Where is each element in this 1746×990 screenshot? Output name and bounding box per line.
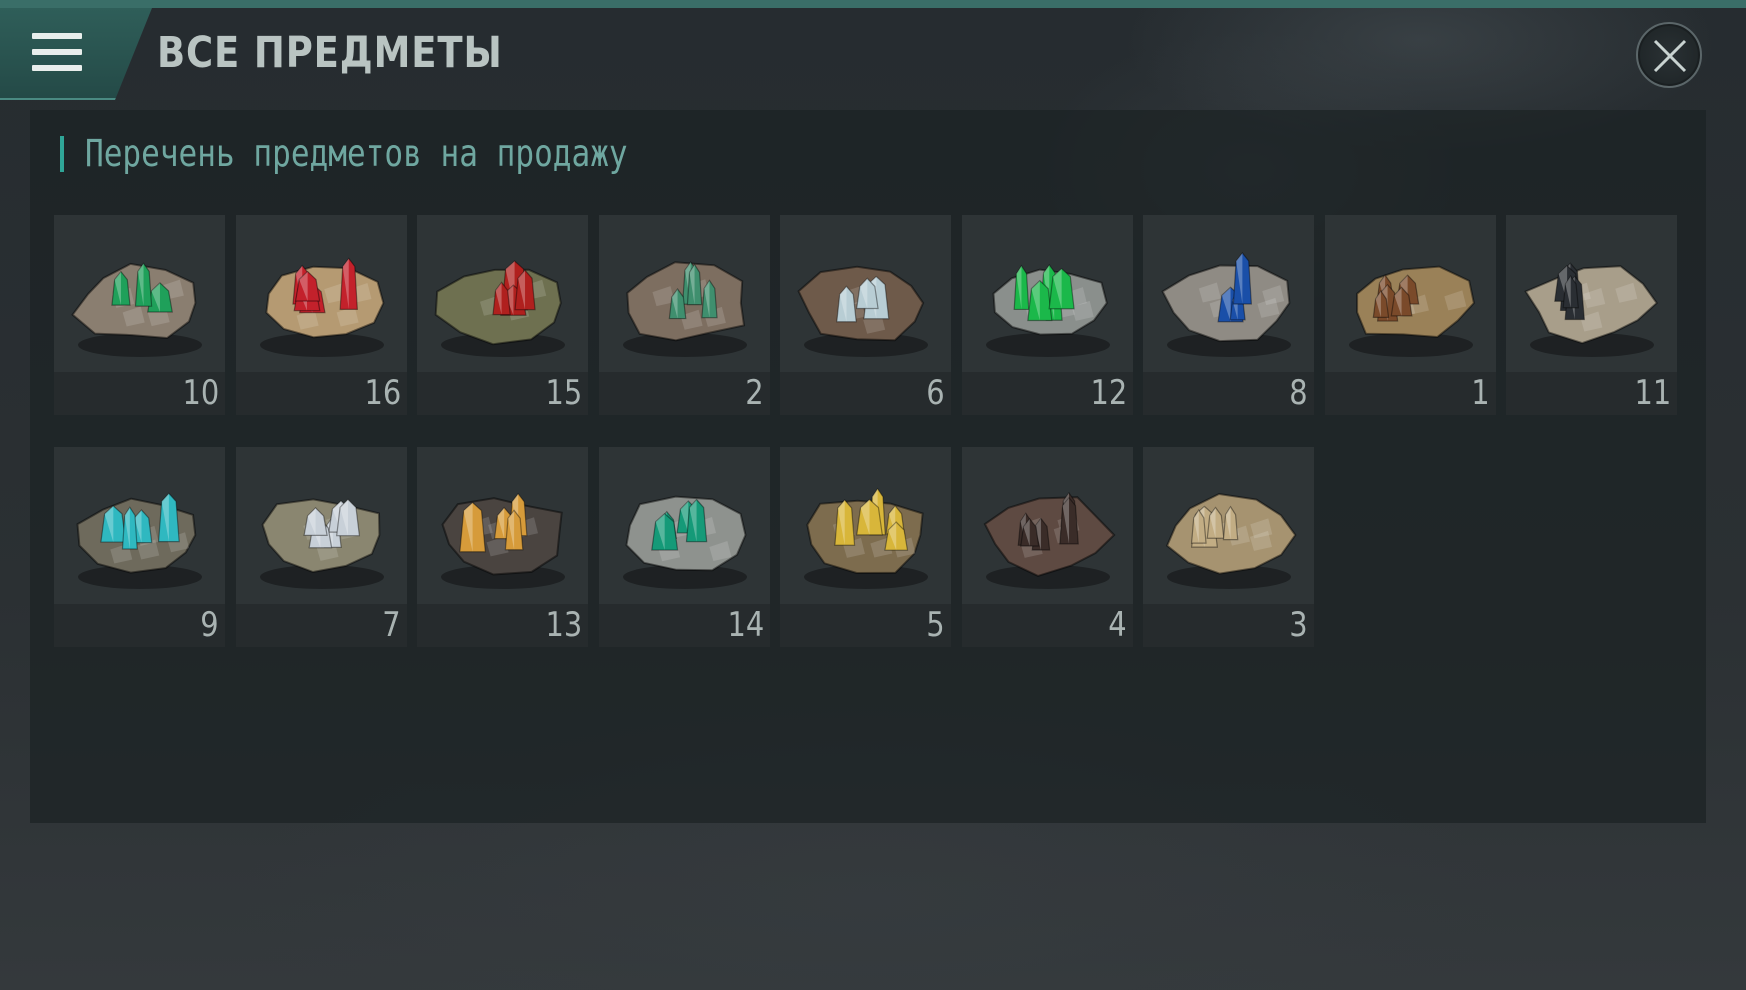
- item-count: 15: [545, 373, 582, 413]
- item-tile-brown-rock-ore[interactable]: 2: [599, 215, 770, 415]
- item-tile-black-prism-ore[interactable]: 11: [1506, 215, 1677, 415]
- item-image: [1506, 215, 1677, 372]
- item-count: 7: [382, 605, 401, 645]
- item-image: [54, 447, 225, 604]
- item-count: 2: [745, 373, 764, 413]
- item-tile-cyan-crystal-ore[interactable]: 9: [54, 447, 225, 647]
- item-tile-grey-emerald-ore[interactable]: 12: [962, 215, 1133, 415]
- item-tile-clear-quartz-ore[interactable]: 6: [780, 215, 951, 415]
- item-count: 1: [1471, 373, 1490, 413]
- item-tile-gold-vein-ore[interactable]: 5: [780, 447, 951, 647]
- item-tile-green-crystal-ore[interactable]: 10: [54, 215, 225, 415]
- item-image: [417, 215, 588, 372]
- item-image: [236, 215, 407, 372]
- item-image: [780, 215, 951, 372]
- item-tile-teal-stone-ore[interactable]: 14: [599, 447, 770, 647]
- item-count: 16: [364, 373, 401, 413]
- item-tile-amber-crystal-ore[interactable]: 13: [417, 447, 588, 647]
- rust-nugget-ore-icon: [1349, 265, 1475, 357]
- item-count: 14: [727, 605, 764, 645]
- item-image: [780, 447, 951, 604]
- dark-ingot-ore-icon: [983, 491, 1116, 589]
- item-count: 4: [1108, 605, 1127, 645]
- item-count: 10: [182, 373, 219, 413]
- green-crystal-ore-icon: [71, 262, 202, 357]
- item-count: 8: [1289, 373, 1308, 413]
- item-image: [1325, 215, 1496, 372]
- section-title: Перечень предметов на продажу: [85, 132, 628, 175]
- amber-crystal-ore-icon: [441, 492, 565, 589]
- gold-vein-ore-icon: [804, 487, 928, 589]
- item-image: [1143, 215, 1314, 372]
- item-image: [599, 447, 770, 604]
- item-tile-red-crystal-ore[interactable]: 16: [236, 215, 407, 415]
- item-count: 3: [1289, 605, 1308, 645]
- inventory-screen: ВСЕ ПРЕДМЕТЫ Перечень предметов на прода…: [0, 0, 1746, 990]
- item-count: 9: [200, 605, 219, 645]
- item-tile-blue-sapphire-ore[interactable]: 8: [1143, 215, 1314, 415]
- item-count: 6: [926, 373, 945, 413]
- item-image: [1143, 447, 1314, 604]
- item-image: [236, 447, 407, 604]
- section-accent-bar: [60, 136, 64, 172]
- brown-rock-ore-icon: [623, 261, 747, 357]
- item-count: 13: [545, 605, 582, 645]
- close-icon: [1653, 39, 1687, 73]
- item-tile-rust-nugget-ore[interactable]: 1: [1325, 215, 1496, 415]
- item-tile-ruby-olive-ore[interactable]: 15: [417, 215, 588, 415]
- close-button[interactable]: [1636, 22, 1702, 88]
- sandstone-ore-icon: [1165, 492, 1297, 589]
- ruby-olive-ore-icon: [434, 260, 565, 357]
- red-crystal-ore-icon: [260, 257, 385, 357]
- item-count: 12: [1090, 373, 1127, 413]
- page-title: ВСЕ ПРЕДМЕТЫ: [157, 28, 503, 78]
- item-tile-silver-crystal-ore[interactable]: 7: [236, 447, 407, 647]
- black-prism-ore-icon: [1524, 262, 1659, 357]
- item-image: [417, 447, 588, 604]
- menu-tab[interactable]: [0, 8, 152, 100]
- header-bar: ВСЕ ПРЕДМЕТЫ: [0, 8, 1746, 100]
- clear-quartz-ore-icon: [797, 265, 928, 357]
- items-grid: 10 16 15 2 6 12 8 1 11 9 7 13 14 5 4 3: [54, 215, 1714, 655]
- hamburger-menu-icon[interactable]: [32, 33, 82, 73]
- blue-sapphire-ore-icon: [1161, 252, 1291, 357]
- item-count: 11: [1634, 373, 1671, 413]
- cyan-crystal-ore-icon: [76, 492, 202, 589]
- item-image: [599, 215, 770, 372]
- item-tile-sandstone-ore[interactable]: 3: [1143, 447, 1314, 647]
- teal-stone-ore-icon: [623, 495, 747, 589]
- grey-emerald-ore-icon: [986, 263, 1110, 357]
- items-panel: Перечень предметов на продажу 10 16 15 2 6 12…: [30, 110, 1706, 823]
- item-image: [962, 215, 1133, 372]
- item-count: 5: [926, 605, 945, 645]
- item-image: [54, 215, 225, 372]
- item-tile-dark-ingot-ore[interactable]: 4: [962, 447, 1133, 647]
- item-image: [962, 447, 1133, 604]
- silver-crystal-ore-icon: [260, 498, 384, 589]
- top-accent-line: [0, 0, 1746, 8]
